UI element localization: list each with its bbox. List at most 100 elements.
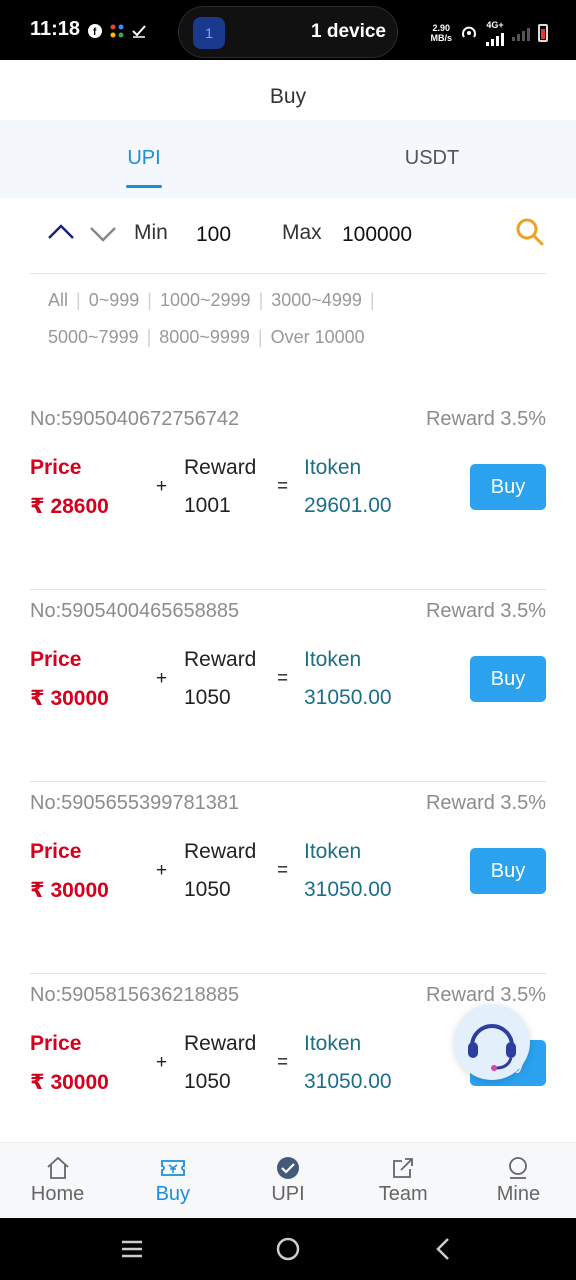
token-label: Itoken bbox=[304, 648, 362, 671]
headset-icon bbox=[468, 1024, 516, 1071]
range-3000-4999[interactable]: 3000~4999 bbox=[263, 282, 370, 319]
reward-value: 1001 bbox=[184, 494, 231, 517]
price-label: Price bbox=[30, 840, 82, 863]
nav-mine[interactable]: Mine bbox=[461, 1143, 576, 1218]
reward-label: Reward bbox=[184, 648, 257, 671]
ticket-icon bbox=[160, 1160, 185, 1176]
max-label: Max bbox=[282, 221, 322, 244]
token-value: 31050.00 bbox=[304, 1070, 392, 1093]
net-type: 4G+ bbox=[486, 20, 504, 30]
search-icon[interactable] bbox=[514, 216, 546, 248]
broadcast-icon: 1 bbox=[193, 17, 225, 49]
order-card: No:5905040672756742 Reward 3.5% Price ₹ … bbox=[30, 398, 546, 590]
token-value: 31050.00 bbox=[304, 686, 392, 709]
battery-icon bbox=[538, 24, 548, 42]
order-card: No:5905655399781381 Reward 3.5% Price ₹ … bbox=[30, 782, 546, 974]
nav-home[interactable]: Home bbox=[0, 1143, 115, 1218]
price-value: ₹ 30000 bbox=[30, 687, 109, 710]
equals-sign: = bbox=[277, 476, 289, 497]
page-header: Buy bbox=[0, 60, 576, 120]
nav-buy-label: Buy bbox=[155, 1183, 191, 1205]
range-all[interactable]: All bbox=[40, 282, 76, 319]
reward-value: 1050 bbox=[184, 1070, 231, 1093]
customer-support-button[interactable] bbox=[454, 1004, 530, 1080]
connected-devices-pill[interactable]: 1 1 device bbox=[178, 6, 398, 58]
token-value: 31050.00 bbox=[304, 878, 392, 901]
max-amount-input[interactable]: 100000 bbox=[342, 223, 412, 247]
sort-descending-icon[interactable] bbox=[88, 218, 118, 248]
price-label: Price bbox=[30, 1032, 82, 1055]
system-indicators: 2.90 MB/s 4G+ bbox=[430, 20, 548, 46]
range-0-999[interactable]: 0~999 bbox=[81, 282, 148, 319]
nav-buy[interactable]: Buy bbox=[115, 1143, 230, 1218]
nav-team[interactable]: Team bbox=[346, 1143, 461, 1218]
net-speed-value: 2.90 bbox=[432, 23, 450, 33]
reward-value: 1050 bbox=[184, 878, 231, 901]
order-number: No:5905815636218885 bbox=[30, 984, 240, 1006]
buy-button[interactable]: Buy bbox=[470, 464, 546, 510]
notification-icons: f bbox=[88, 22, 146, 39]
nav-mine-label: Mine bbox=[496, 1183, 541, 1205]
signal-icon bbox=[486, 30, 504, 46]
tab-usdt[interactable]: USDT bbox=[288, 120, 576, 198]
range-5000-7999[interactable]: 5000~7999 bbox=[40, 319, 147, 356]
hotspot-icon bbox=[462, 26, 476, 38]
price-value: ₹ 30000 bbox=[30, 879, 109, 902]
reward-rate: Reward 3.5% bbox=[425, 792, 546, 814]
system-nav-bar bbox=[0, 1218, 576, 1280]
net-speed: 2.90 MB/s bbox=[430, 23, 452, 43]
equals-sign: = bbox=[277, 860, 289, 881]
nav-home-label: Home bbox=[30, 1183, 85, 1205]
home-button-icon[interactable] bbox=[274, 1235, 302, 1263]
nav-upi[interactable]: UPI bbox=[230, 1143, 345, 1218]
price-value: ₹ 30000 bbox=[30, 1071, 109, 1094]
bottom-navigation: Home Buy UPI Team Mine bbox=[0, 1142, 576, 1218]
check-icon bbox=[132, 25, 146, 39]
equals-sign: = bbox=[277, 668, 289, 689]
nav-upi-label: UPI bbox=[271, 1183, 305, 1205]
order-number: No:5905655399781381 bbox=[30, 792, 240, 814]
svg-text:f: f bbox=[93, 27, 100, 38]
tab-upi[interactable]: UPI bbox=[0, 120, 288, 198]
payment-tabs: UPI USDT bbox=[0, 120, 576, 198]
reward-label: Reward bbox=[184, 840, 257, 863]
price-label: Price bbox=[30, 456, 82, 479]
reward-rate: Reward 3.5% bbox=[425, 408, 546, 430]
range-1000-2999[interactable]: 1000~2999 bbox=[152, 282, 259, 319]
order-card: No:5905400465658885 Reward 3.5% Price ₹ … bbox=[30, 590, 546, 782]
reward-value: 1050 bbox=[184, 686, 231, 709]
price-value: ₹ 28600 bbox=[30, 495, 109, 518]
reward-rate: Reward 3.5% bbox=[425, 600, 546, 622]
min-amount-input[interactable]: 100 bbox=[196, 223, 231, 247]
min-label: Min bbox=[134, 221, 168, 244]
nav-team-label: Team bbox=[378, 1183, 428, 1205]
pill-badge: 1 bbox=[205, 25, 213, 41]
pill-text: 1 device bbox=[311, 21, 386, 42]
token-label: Itoken bbox=[304, 1032, 362, 1055]
sort-ascending-icon[interactable] bbox=[46, 218, 76, 248]
buy-button[interactable]: Buy bbox=[470, 656, 546, 702]
share-icon bbox=[393, 1158, 414, 1178]
plus-sign: + bbox=[156, 1052, 168, 1073]
range-divider: | bbox=[369, 290, 375, 310]
user-icon bbox=[509, 1157, 528, 1179]
recent-apps-icon[interactable] bbox=[118, 1237, 146, 1261]
range-over-10000[interactable]: Over 10000 bbox=[263, 319, 373, 356]
back-icon[interactable] bbox=[432, 1235, 456, 1263]
range-8000-9999[interactable]: 8000~9999 bbox=[151, 319, 258, 356]
amount-range-filters: All | 0~999 | 1000~2999 | 3000~4999 | 5000~7999 |… bbox=[40, 282, 540, 356]
plus-sign: + bbox=[156, 860, 168, 881]
check-circle-icon bbox=[277, 1157, 299, 1179]
plus-sign: + bbox=[156, 668, 168, 689]
token-label: Itoken bbox=[304, 456, 362, 479]
app-grid-icon bbox=[110, 24, 124, 38]
reward-label: Reward bbox=[184, 456, 257, 479]
net-speed-unit: MB/s bbox=[430, 33, 452, 43]
facebook-icon: f bbox=[88, 24, 102, 39]
buy-button[interactable]: Buy bbox=[470, 848, 546, 894]
plus-sign: + bbox=[156, 476, 168, 497]
equals-sign: = bbox=[277, 1052, 289, 1073]
order-number: No:5905400465658885 bbox=[30, 600, 240, 622]
price-label: Price bbox=[30, 648, 82, 671]
token-value: 29601.00 bbox=[304, 494, 392, 517]
